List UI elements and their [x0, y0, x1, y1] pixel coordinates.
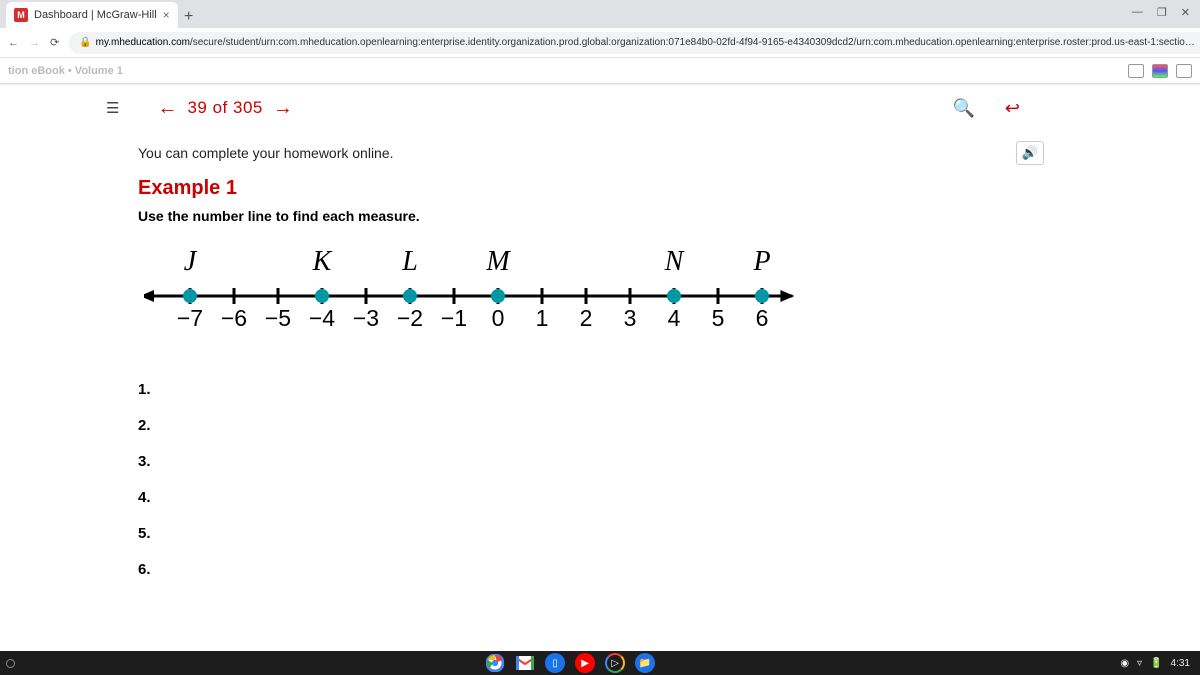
taskbar: ▯ ▶ ▷ 📁 ◉ ▿ 🔋 4:31 — [0, 651, 1200, 675]
app-gmail-icon[interactable] — [515, 653, 535, 673]
svg-text:5: 5 — [712, 305, 725, 331]
svg-text:−3: −3 — [353, 305, 379, 331]
lock-icon: 🔒 — [79, 37, 91, 48]
question-list: 1.2.3.4.5.6. — [138, 372, 1200, 588]
svg-text:−4: −4 — [309, 305, 335, 331]
search-icon[interactable]: 🔍 — [952, 98, 974, 119]
nav-back-icon[interactable]: ← — [8, 37, 19, 49]
svg-text:−1: −1 — [441, 305, 467, 331]
nl-letter — [784, 246, 828, 278]
launcher-icon[interactable] — [6, 659, 15, 668]
bookmark-bar: tion eBook • Volume 1 — [0, 58, 1200, 84]
clock-text[interactable]: 4:31 — [1171, 658, 1190, 669]
window-minimize-icon[interactable]: — — [1132, 6, 1143, 19]
window-restore-icon[interactable]: ❐ — [1157, 6, 1167, 19]
nl-letter — [696, 246, 740, 278]
tab-close-icon[interactable]: × — [163, 8, 170, 22]
tab-title: Dashboard | McGraw-Hill — [34, 9, 157, 21]
question-item: 2. — [138, 408, 1200, 444]
nl-letter: L — [388, 246, 432, 278]
omnibox[interactable]: 🔒 my.mheducation.com/secure/student/urn:… — [69, 32, 1200, 54]
nl-letter: M — [476, 246, 520, 278]
ebook-pager: ☰ ← 39 of 305 → 🔍 ↩ — [0, 89, 1200, 127]
pager-text: 39 of 305 — [187, 98, 262, 118]
example-subtitle: Use the number line to find each measure… — [138, 208, 1200, 224]
address-bar: ← → ⟳ 🔒 my.mheducation.com/secure/studen… — [0, 28, 1200, 58]
content-area: ☰ ← 39 of 305 → 🔍 ↩ You can complete you… — [0, 84, 1200, 651]
new-tab-button[interactable]: + — [178, 6, 200, 28]
window-controls: — ❐ ✕ — [1132, 0, 1200, 19]
svg-text:3: 3 — [624, 305, 637, 331]
svg-text:0: 0 — [492, 305, 505, 331]
svg-text:6: 6 — [756, 305, 769, 331]
question-item: 6. — [138, 552, 1200, 588]
question-item: 5. — [138, 516, 1200, 552]
app-chrome-icon[interactable] — [485, 653, 505, 673]
nl-letter: J — [168, 246, 212, 278]
bookmark-icon-1[interactable] — [1128, 64, 1144, 78]
nl-letter — [212, 246, 256, 278]
number-line: J K L M N P −7 −6 −5 −4 −3 −2 −1 0 1 2 3 4 5 6 — [144, 246, 1200, 338]
nl-letter — [564, 246, 608, 278]
pager-prev-icon[interactable]: ← — [157, 97, 177, 120]
app-files-icon[interactable]: 📁 — [635, 653, 655, 673]
question-item: 4. — [138, 480, 1200, 516]
example-title: Example 1 — [138, 177, 1200, 200]
undo-icon[interactable]: ↩ — [1005, 98, 1020, 119]
svg-text:−6: −6 — [221, 305, 247, 331]
nl-letter — [256, 246, 300, 278]
nav-reload-icon[interactable]: ⟳ — [50, 36, 59, 49]
nl-letter — [608, 246, 652, 278]
app-docs-icon[interactable]: ▯ — [545, 653, 565, 673]
svg-text:−5: −5 — [265, 305, 291, 331]
question-item: 3. — [138, 444, 1200, 480]
nav-forward-icon[interactable]: → — [29, 37, 40, 49]
toc-menu-icon[interactable]: ☰ — [106, 99, 119, 117]
svg-text:−2: −2 — [397, 305, 423, 331]
tab-favicon: M — [14, 8, 28, 22]
nl-letter: N — [652, 246, 696, 278]
url-text: my.mheducation.com/secure/student/urn:co… — [96, 37, 1195, 48]
pager-next-icon[interactable]: → — [273, 97, 293, 120]
browser-tab-strip: M Dashboard | McGraw-Hill × + — ❐ ✕ — [0, 0, 1200, 28]
nl-letter — [520, 246, 564, 278]
wifi-icon[interactable]: ▿ — [1137, 658, 1142, 669]
bookmark-item[interactable]: tion eBook • Volume 1 — [8, 65, 123, 77]
browser-tab[interactable]: M Dashboard | McGraw-Hill × — [6, 2, 178, 28]
svg-text:2: 2 — [580, 305, 593, 331]
question-item: 1. — [138, 372, 1200, 408]
bookmark-icon-3[interactable] — [1176, 64, 1192, 78]
app-play-icon[interactable]: ▷ — [605, 653, 625, 673]
battery-icon[interactable]: 🔋 — [1150, 658, 1162, 669]
audio-button[interactable]: 🔊 — [1016, 141, 1044, 165]
nl-letter: K — [300, 246, 344, 278]
nl-letter — [432, 246, 476, 278]
system-tray[interactable]: ◉ ▿ 🔋 4:31 — [1120, 658, 1200, 669]
nl-letter: P — [740, 246, 784, 278]
app-youtube-icon[interactable]: ▶ — [575, 653, 595, 673]
window-close-icon[interactable]: ✕ — [1181, 6, 1190, 19]
taskbar-apps: ▯ ▶ ▷ 📁 — [20, 653, 1120, 673]
svg-text:1: 1 — [536, 305, 549, 331]
svg-text:−7: −7 — [177, 305, 203, 331]
nl-letter — [344, 246, 388, 278]
bookmark-icon-2[interactable] — [1152, 64, 1168, 78]
svg-text:4: 4 — [668, 305, 681, 331]
notification-icon[interactable]: ◉ — [1120, 658, 1129, 669]
